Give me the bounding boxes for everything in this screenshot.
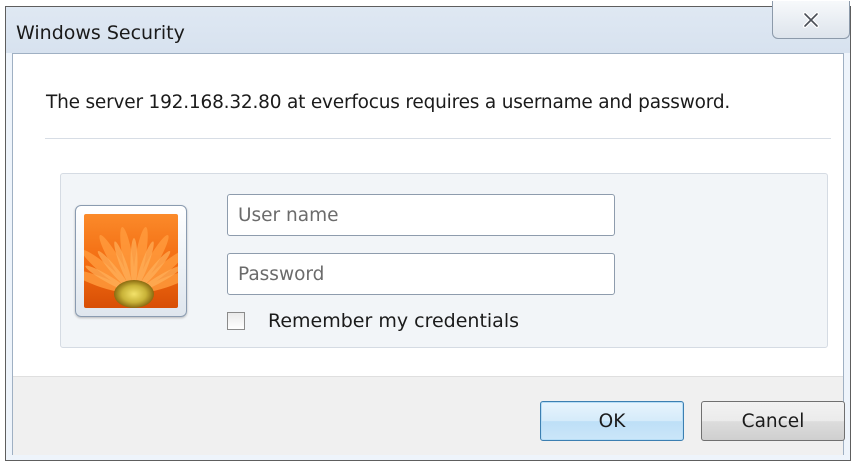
windows-security-dialog: Windows Security The server 192.168.32.8…	[5, 1, 851, 461]
username-input[interactable]	[227, 194, 615, 236]
user-avatar	[75, 205, 187, 317]
flower-user-tile-icon	[84, 214, 178, 308]
close-icon	[803, 11, 819, 28]
title-bar[interactable]: Windows Security	[6, 1, 850, 53]
credential-tile: Remember my credentials	[60, 173, 828, 348]
remember-credentials[interactable]: Remember my credentials	[227, 309, 519, 333]
separator	[45, 138, 831, 139]
dialog-body: The server 192.168.32.80 at everfocus re…	[12, 53, 845, 455]
remember-checkbox[interactable]	[227, 312, 245, 330]
window-title: Windows Security	[16, 22, 185, 44]
password-input[interactable]	[227, 253, 615, 295]
close-button[interactable]	[772, 1, 850, 39]
button-bar: OK Cancel	[13, 376, 845, 455]
screen: Windows Security The server 192.168.32.8…	[0, 0, 856, 466]
ok-button[interactable]: OK	[540, 401, 684, 441]
remember-label: Remember my credentials	[268, 310, 520, 332]
cancel-button[interactable]: Cancel	[701, 401, 845, 441]
server-message: The server 192.168.32.80 at everfocus re…	[46, 92, 731, 113]
